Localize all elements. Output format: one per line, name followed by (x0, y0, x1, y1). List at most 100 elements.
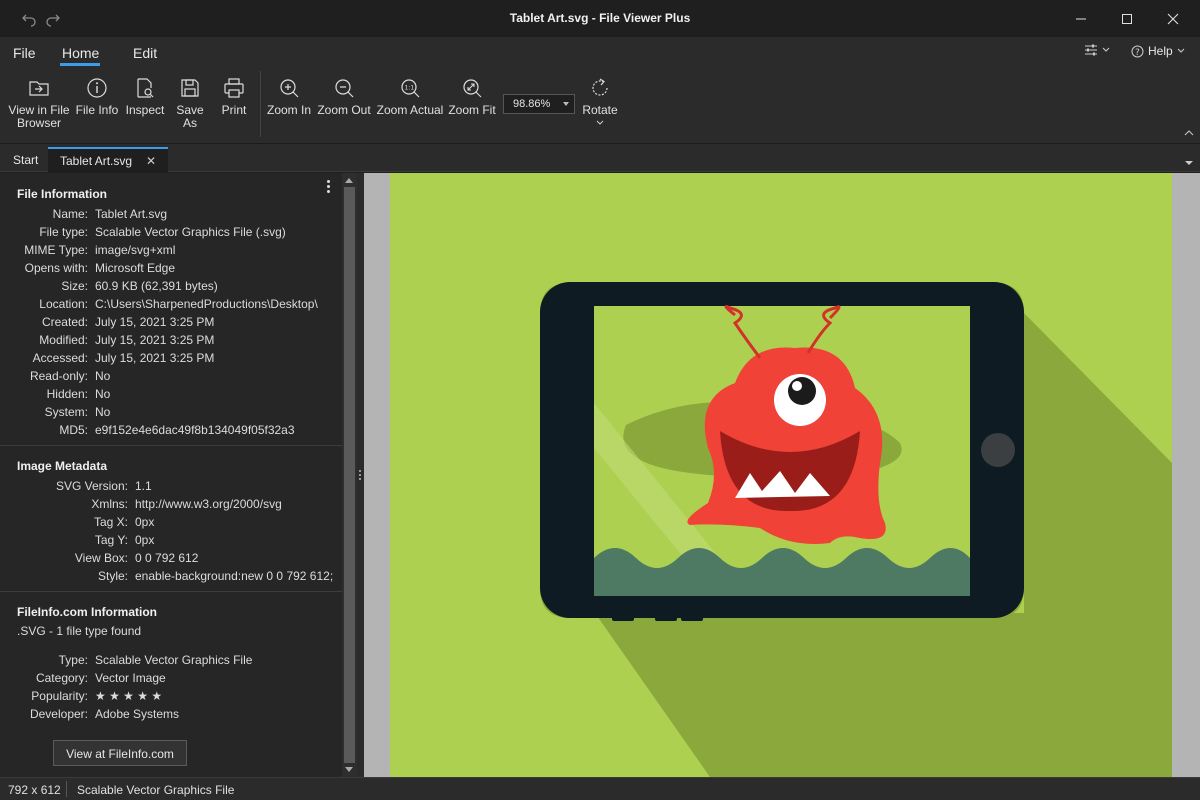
file-type-status: Scalable Vector Graphics File (77, 783, 235, 797)
zoom-in-label: Zoom In (266, 103, 311, 117)
image-viewer[interactable] (364, 173, 1200, 777)
settings-dropdown[interactable] (1084, 44, 1110, 56)
minimize-icon (1076, 18, 1086, 19)
info-row: View Box: 0 0 792 612 (0, 551, 340, 569)
tab-label: Tablet Art.svg (60, 154, 133, 168)
window-title: Tablet Art.svg - File Viewer Plus (509, 11, 691, 25)
print-button[interactable]: Print (216, 77, 252, 117)
close-icon (1167, 13, 1179, 24)
info-row: Style: enable-background:new 0 0 792 612; (0, 569, 340, 587)
minimize-button[interactable] (1058, 0, 1104, 37)
zoom-out-button[interactable]: Zoom Out (316, 77, 372, 117)
help-menu[interactable]: ? Help (1131, 44, 1185, 58)
zoom-in-button[interactable]: Zoom In (266, 77, 312, 117)
info-key: Hidden: (46, 387, 88, 401)
zoom-out-icon (335, 79, 354, 98)
caret-down-icon (1185, 161, 1193, 165)
menu-bar: File Home Edit ? Help (0, 37, 1200, 67)
inspect-button[interactable]: Inspect (124, 77, 166, 117)
info-value: 60.9 KB (62,391 bytes) (95, 279, 218, 293)
view-in-file-browser-button[interactable]: View in File Browser (5, 77, 73, 130)
info-value: e9f152e4e6dac49f8b134049f05f32a3 (95, 423, 295, 437)
section-divider (0, 591, 342, 592)
scroll-up-icon[interactable] (345, 178, 353, 183)
zoom-in-icon (280, 79, 299, 98)
info-value: 1.1 (135, 479, 152, 493)
scrollbar-thumb[interactable] (344, 187, 355, 763)
save-icon (181, 79, 199, 97)
folder-arrow-icon (29, 81, 49, 96)
close-tab-icon[interactable]: ✕ (146, 154, 156, 168)
tab-start[interactable]: Start (1, 147, 50, 172)
zoom-actual-button[interactable]: 1:1 Zoom Actual (376, 77, 444, 117)
chevron-up-icon (1184, 130, 1194, 136)
svg-text:1:1: 1:1 (405, 85, 415, 92)
tab-tablet-art[interactable]: Tablet Art.svg ✕ (48, 147, 169, 172)
close-window-button[interactable] (1150, 0, 1196, 37)
info-value: No (95, 369, 111, 383)
info-row: Category: Vector Image (0, 671, 340, 689)
panel-splitter[interactable] (357, 173, 364, 777)
info-value: 0px (135, 533, 155, 547)
zoom-level-select[interactable]: 98.86% (503, 94, 575, 114)
zoom-level-value: 98.86% (513, 98, 551, 110)
info-key: MIME Type: (24, 243, 88, 257)
image-dimensions: 792 x 612 (8, 783, 61, 797)
info-key: Modified: (39, 333, 88, 347)
info-value: July 15, 2021 3:25 PM (95, 351, 215, 365)
info-key: Opens with: (24, 261, 88, 275)
file-info-button[interactable]: File Info (75, 77, 119, 117)
sliders-icon (1085, 44, 1097, 56)
info-value: enable-background:new 0 0 792 612; (135, 569, 334, 583)
info-row: System: No (0, 405, 340, 423)
info-value: image/svg+xml (95, 243, 176, 257)
chevron-down-icon (563, 102, 569, 106)
info-row: Accessed: July 15, 2021 3:25 PM (0, 351, 340, 369)
active-menu-indicator (60, 63, 100, 66)
info-key: Name: (52, 207, 88, 221)
more-options-icon[interactable] (326, 180, 332, 196)
tab-list-dropdown[interactable] (1185, 155, 1193, 169)
info-row: File type: Scalable Vector Graphics File … (0, 225, 340, 243)
panel-scrollbar[interactable] (342, 173, 357, 777)
zoom-out-label: Zoom Out (317, 103, 371, 117)
zoom-fit-icon (463, 79, 482, 98)
info-key: Tag X: (93, 515, 128, 529)
info-row: Type: Scalable Vector Graphics File (0, 653, 340, 671)
info-row: Xmlns: http://www.w3.org/2000/svg (0, 497, 340, 515)
status-separator (66, 781, 67, 797)
info-row: Location: C:\Users\SharpenedProductions\D… (0, 297, 340, 315)
info-key: File type: (39, 225, 88, 239)
info-row: Hidden: No (0, 387, 340, 405)
menu-edit[interactable]: Edit (133, 45, 157, 61)
info-row: MD5: e9f152e4e6dac49f8b134049f05f32a3 (0, 423, 340, 441)
maximize-button[interactable] (1104, 0, 1150, 37)
svg-canvas (390, 173, 1172, 777)
info-row: Created: July 15, 2021 3:25 PM (0, 315, 340, 333)
zoom-fit-label: Zoom Fit (448, 103, 496, 117)
info-key: View Box: (74, 551, 128, 565)
chevron-down-icon (596, 120, 604, 125)
info-row: MIME Type: image/svg+xml (0, 243, 340, 261)
save-as-label: Save As (176, 103, 204, 130)
info-key: Popularity: (31, 689, 88, 703)
rotate-icon (592, 78, 608, 96)
info-value: Microsoft Edge (95, 261, 176, 275)
info-value: ★ ★ ★ ★ ★ (95, 689, 163, 703)
view-at-fileinfo-button[interactable]: View at FileInfo.com (53, 740, 187, 766)
info-key: Created: (41, 315, 88, 329)
info-key: Style: (97, 569, 128, 583)
scroll-down-icon[interactable] (345, 767, 353, 772)
ribbon-separator (260, 71, 261, 137)
info-key: Accessed: (32, 351, 88, 365)
zoom-fit-button[interactable]: Zoom Fit (448, 77, 496, 117)
rotate-button[interactable]: Rotate (581, 77, 619, 131)
menu-home[interactable]: Home (62, 45, 99, 61)
save-as-button[interactable]: Save As (169, 77, 211, 130)
info-row: SVG Version: 1.1 (0, 479, 340, 497)
status-bar: 792 x 612 Scalable Vector Graphics File (0, 777, 1200, 800)
info-key: Location: (39, 297, 88, 311)
collapse-ribbon-button[interactable] (1184, 125, 1194, 139)
menu-file[interactable]: File (13, 45, 36, 61)
info-key: Type: (58, 653, 88, 667)
